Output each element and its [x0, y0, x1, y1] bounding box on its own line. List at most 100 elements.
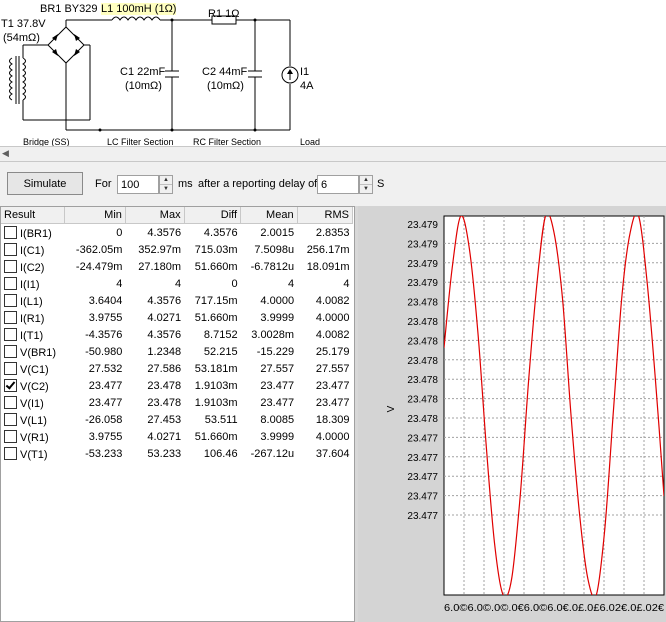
result-checkbox[interactable] — [4, 242, 17, 256]
y-tick-label: 23.477 — [407, 433, 438, 444]
header-min[interactable]: Min — [64, 207, 126, 224]
result-value-cell: 1.2348 — [147, 345, 182, 358]
delay-down-icon[interactable]: ▼ — [360, 185, 372, 193]
result-value-cell: -15.229 — [256, 345, 295, 358]
delay-up-icon[interactable]: ▲ — [360, 176, 372, 185]
delay-input[interactable] — [318, 176, 358, 193]
c2-resistance-label: (10mΩ) — [207, 80, 244, 92]
table-row[interactable]: V(T1) -53.233 53.233 106.46 -267.12u 37.604 — [1, 445, 353, 462]
result-value-cell: 23.477 — [88, 379, 123, 392]
result-value-cell: 1.9103m — [194, 396, 238, 409]
table-row[interactable]: V(C2) 23.477 23.478 1.9103m 23.477 23.477 — [1, 377, 353, 394]
scroll-left-icon[interactable]: ◀ — [2, 148, 9, 159]
result-value-cell: 1.9103m — [194, 379, 238, 392]
result-checkbox[interactable] — [4, 378, 17, 392]
table-row[interactable]: I(C2) -24.479m 27.180m 51.660m -6.7812u 18.09… — [1, 258, 353, 275]
result-checkbox[interactable] — [4, 446, 17, 460]
table-row[interactable]: V(I1) 23.477 23.478 1.9103m 23.477 23.477 — [1, 394, 353, 411]
result-checkbox[interactable] — [4, 395, 17, 409]
result-name-cell: V(I1) — [1, 394, 65, 411]
result-value-cell: 37.604 — [315, 447, 350, 460]
result-value-cell: 256.17m — [306, 243, 350, 256]
result-name: I(T1) — [20, 329, 44, 342]
header-rms[interactable]: RMS — [297, 207, 354, 224]
results-header-row: Result Min Max Diff Mean RMS — [1, 207, 354, 224]
header-diff[interactable]: Diff — [184, 207, 242, 224]
table-row[interactable]: V(L1) -26.058 27.453 53.511 8.0085 18.309 — [1, 411, 353, 428]
result-name: V(L1) — [20, 414, 47, 427]
header-result[interactable]: Result — [1, 207, 66, 224]
result-value-cell: 3.9999 — [260, 430, 295, 443]
result-name: I(R1) — [20, 312, 45, 325]
header-max[interactable]: Max — [125, 207, 185, 224]
result-name: I(I1) — [20, 278, 40, 291]
duration-field[interactable] — [117, 175, 159, 194]
y-tick-label: 23.478 — [407, 336, 438, 347]
delay-label: after a reporting delay of — [198, 178, 318, 190]
result-checkbox[interactable] — [4, 276, 17, 290]
result-checkbox[interactable] — [4, 361, 17, 375]
result-value-cell: 4 — [287, 277, 295, 290]
y-tick-label: 23.478 — [407, 414, 438, 425]
table-row[interactable]: V(BR1) -50.980 1.2348 52.215 -15.229 25.179 — [1, 343, 353, 360]
horizontal-scrollbar[interactable]: ◀ — [0, 146, 666, 162]
result-value-cell: -362.05m — [75, 243, 123, 256]
c1-label: C1 22mF — [120, 66, 166, 78]
table-row[interactable]: I(C1) -362.05m 352.97m 715.03m 7.5098u 256.17… — [1, 241, 353, 258]
table-row[interactable]: I(I1) 4 4 0 4 4 — [1, 275, 353, 292]
result-checkbox[interactable] — [4, 412, 17, 426]
table-row[interactable]: I(BR1) 0 4.3576 4.3576 2.0015 2.8353 — [1, 224, 353, 242]
result-checkbox[interactable] — [4, 225, 17, 239]
result-value-cell: 51.660m — [194, 430, 238, 443]
table-row[interactable]: V(C1) 27.532 27.586 53.181m 27.557 27.557 — [1, 360, 353, 377]
result-value-cell: 4.0082 — [315, 328, 350, 341]
duration-up-icon[interactable]: ▲ — [160, 176, 172, 185]
result-value-cell: 4.0271 — [147, 311, 182, 324]
y-tick-label: 23.478 — [407, 395, 438, 406]
result-value-cell: 717.15m — [194, 294, 238, 307]
results-body: I(BR1) 0 4.3576 4.3576 2.0015 2.8353 I(C1) -362… — [1, 224, 353, 463]
result-checkbox[interactable] — [4, 344, 17, 358]
l1-label: L1 100mH (1Ω) — [101, 3, 177, 15]
plot-area — [443, 215, 665, 596]
result-value-cell: 23.477 — [315, 379, 350, 392]
table-row[interactable]: I(L1) 3.6404 4.3576 717.15m 4.0000 4.0082 — [1, 292, 353, 309]
table-row[interactable]: V(R1) 3.9755 4.0271 51.660m 3.9999 4.0000 — [1, 428, 353, 445]
c2-label: C2 44mF — [202, 66, 248, 78]
result-checkbox[interactable] — [4, 327, 17, 341]
table-row[interactable]: I(T1) -4.3576 4.3576 8.7152 3.0028m 4.0082 — [1, 326, 353, 343]
result-value-cell: 4 — [116, 277, 123, 290]
header-mean[interactable]: Mean — [240, 207, 298, 224]
result-value-cell: 4.3576 — [147, 226, 182, 239]
result-name-cell: V(L1) — [1, 411, 65, 428]
y-tick-label: 23.479 — [407, 239, 438, 250]
result-value-cell: 4.0000 — [260, 294, 295, 307]
result-checkbox[interactable] — [4, 293, 17, 307]
result-name-cell: V(BR1) — [1, 343, 65, 360]
y-axis-label: V — [386, 405, 397, 412]
duration-stepper[interactable]: ▲ ▼ — [159, 175, 173, 194]
duration-down-icon[interactable]: ▼ — [160, 185, 172, 193]
table-row[interactable]: I(R1) 3.9755 4.0271 51.660m 3.9999 4.0000 — [1, 309, 353, 326]
delay-stepper[interactable]: ▲ ▼ — [359, 175, 373, 194]
result-name-cell: I(I1) — [1, 275, 65, 292]
result-checkbox[interactable] — [4, 310, 17, 324]
result-value-cell: 23.477 — [315, 396, 350, 409]
result-value-cell: 3.6404 — [88, 294, 123, 307]
duration-input[interactable] — [118, 176, 158, 193]
waveform-chart: 23.479 23.479 23.479 23.479 23.478 23.478 23.4… — [386, 215, 665, 614]
result-value-cell: 18.091m — [306, 260, 350, 273]
result-name-cell: V(R1) — [1, 428, 65, 445]
result-value-cell: 53.181m — [194, 362, 238, 375]
result-value-cell: 4.0271 — [147, 430, 182, 443]
r1-label: R1 1Ω — [208, 8, 240, 20]
result-name: I(BR1) — [20, 227, 52, 240]
simulate-button[interactable]: Simulate — [7, 172, 83, 195]
y-tick-label: 23.479 — [407, 278, 438, 289]
result-value-cell: 18.309 — [315, 413, 350, 426]
y-tick-label: 23.477 — [407, 472, 438, 483]
result-checkbox[interactable] — [4, 259, 17, 273]
result-checkbox[interactable] — [4, 429, 17, 443]
y-tick-label: 23.478 — [407, 317, 438, 328]
delay-field[interactable] — [317, 175, 359, 194]
